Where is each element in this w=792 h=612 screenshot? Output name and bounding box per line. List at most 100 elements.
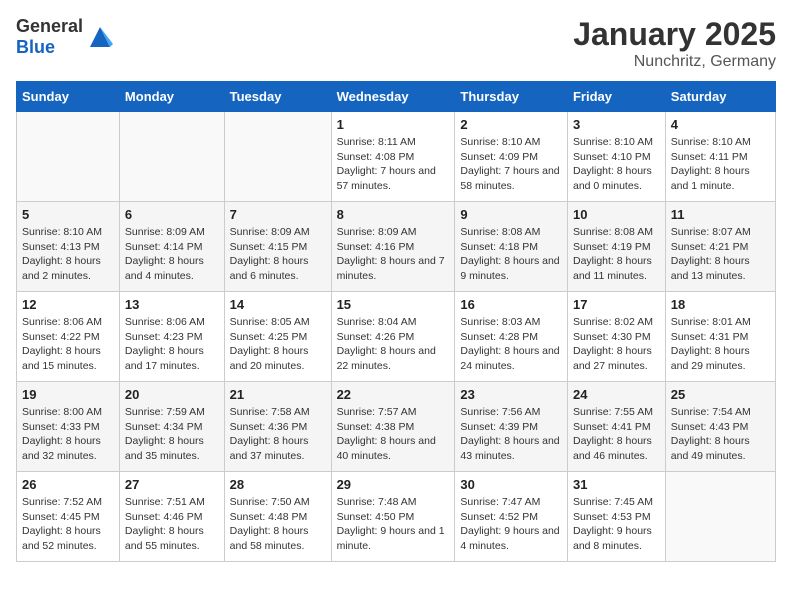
day-info: Sunrise: 8:09 AM Sunset: 4:16 PM Dayligh… xyxy=(337,225,450,284)
day-number: 12 xyxy=(22,297,114,312)
calendar-cell xyxy=(665,472,775,562)
day-number: 20 xyxy=(125,387,219,402)
day-info: Sunrise: 8:01 AM Sunset: 4:31 PM Dayligh… xyxy=(671,315,770,374)
calendar-cell: 15Sunrise: 8:04 AM Sunset: 4:26 PM Dayli… xyxy=(331,292,455,382)
day-info: Sunrise: 7:48 AM Sunset: 4:50 PM Dayligh… xyxy=(337,495,450,554)
calendar-cell: 16 Sunrise: 8:03 AM Sunset: 4:28 PM Dayli… xyxy=(455,292,568,382)
day-number: 1 xyxy=(337,117,450,132)
calendar-cell: 13 Sunrise: 8:06 AM Sunset: 4:23 PM Dayli… xyxy=(119,292,224,382)
day-number: 21 xyxy=(230,387,326,402)
calendar-cell: 31Sunrise: 7:45 AM Sunset: 4:53 PM Dayli… xyxy=(567,472,665,562)
day-info: Sunrise: 7:55 AM Sunset: 4:41 PM Dayligh… xyxy=(573,405,660,464)
calendar-cell: 18Sunrise: 8:01 AM Sunset: 4:31 PM Dayli… xyxy=(665,292,775,382)
day-info: Sunrise: 8:09 AM Sunset: 4:14 PM Dayligh… xyxy=(125,225,219,284)
calendar-cell: 14 Sunrise: 8:05 AM Sunset: 4:25 PM Dayli… xyxy=(224,292,331,382)
day-info: Sunrise: 8:10 AM Sunset: 4:11 PM Dayligh… xyxy=(671,135,770,194)
calendar-cell: 30 Sunrise: 7:47 AM Sunset: 4:52 PM Dayli… xyxy=(455,472,568,562)
calendar-cell: 23 Sunrise: 7:56 AM Sunset: 4:39 PM Dayli… xyxy=(455,382,568,472)
day-number: 11 xyxy=(671,207,770,222)
day-info: Sunrise: 8:05 AM Sunset: 4:25 PM Dayligh… xyxy=(230,315,326,374)
day-info: Sunrise: 8:04 AM Sunset: 4:26 PM Dayligh… xyxy=(337,315,450,374)
calendar-cell: 11 Sunrise: 8:07 AM Sunset: 4:21 PM Dayli… xyxy=(665,202,775,292)
calendar-week-row: 1 Sunrise: 8:11 AM Sunset: 4:08 PM Daylig… xyxy=(17,112,776,202)
day-number: 19 xyxy=(22,387,114,402)
day-info: Sunrise: 8:07 AM Sunset: 4:21 PM Dayligh… xyxy=(671,225,770,284)
calendar-cell: 6 Sunrise: 8:09 AM Sunset: 4:14 PM Daylig… xyxy=(119,202,224,292)
logo-general: General xyxy=(16,16,83,36)
calendar-cell: 27 Sunrise: 7:51 AM Sunset: 4:46 PM Dayli… xyxy=(119,472,224,562)
day-info: Sunrise: 7:52 AM Sunset: 4:45 PM Dayligh… xyxy=(22,495,114,554)
calendar-cell: 4 Sunrise: 8:10 AM Sunset: 4:11 PM Daylig… xyxy=(665,112,775,202)
day-number: 14 xyxy=(230,297,326,312)
day-number: 30 xyxy=(460,477,562,492)
weekday-header-monday: Monday xyxy=(119,82,224,112)
calendar-week-row: 5 Sunrise: 8:10 AM Sunset: 4:13 PM Daylig… xyxy=(17,202,776,292)
calendar-cell: 7Sunrise: 8:09 AM Sunset: 4:15 PM Daylig… xyxy=(224,202,331,292)
calendar-cell: 2Sunrise: 8:10 AM Sunset: 4:09 PM Daylig… xyxy=(455,112,568,202)
day-info: Sunrise: 8:06 AM Sunset: 4:22 PM Dayligh… xyxy=(22,315,114,374)
day-number: 4 xyxy=(671,117,770,132)
calendar-cell: 21 Sunrise: 7:58 AM Sunset: 4:36 PM Dayli… xyxy=(224,382,331,472)
day-number: 29 xyxy=(337,477,450,492)
calendar-week-row: 19 Sunrise: 8:00 AM Sunset: 4:33 PM Dayli… xyxy=(17,382,776,472)
day-info: Sunrise: 8:06 AM Sunset: 4:23 PM Dayligh… xyxy=(125,315,219,374)
day-info: Sunrise: 8:03 AM Sunset: 4:28 PM Dayligh… xyxy=(460,315,562,374)
day-number: 28 xyxy=(230,477,326,492)
calendar-week-row: 26Sunrise: 7:52 AM Sunset: 4:45 PM Dayli… xyxy=(17,472,776,562)
day-info: Sunrise: 8:10 AM Sunset: 4:13 PM Dayligh… xyxy=(22,225,114,284)
page-header: General Blue January 2025 Nunchritz, Ger… xyxy=(16,16,776,71)
day-info: Sunrise: 8:11 AM Sunset: 4:08 PM Dayligh… xyxy=(337,135,450,194)
day-number: 13 xyxy=(125,297,219,312)
day-info: Sunrise: 7:56 AM Sunset: 4:39 PM Dayligh… xyxy=(460,405,562,464)
calendar-cell: 19 Sunrise: 8:00 AM Sunset: 4:33 PM Dayli… xyxy=(17,382,120,472)
day-info: Sunrise: 8:02 AM Sunset: 4:30 PM Dayligh… xyxy=(573,315,660,374)
calendar-cell: 28 Sunrise: 7:50 AM Sunset: 4:48 PM Dayli… xyxy=(224,472,331,562)
title-area: January 2025 Nunchritz, Germany xyxy=(573,16,776,71)
day-info: Sunrise: 7:51 AM Sunset: 4:46 PM Dayligh… xyxy=(125,495,219,554)
weekday-header-row: SundayMondayTuesdayWednesdayThursdayFrid… xyxy=(17,82,776,112)
day-number: 8 xyxy=(337,207,450,222)
day-info: Sunrise: 8:08 AM Sunset: 4:18 PM Dayligh… xyxy=(460,225,562,284)
day-number: 24 xyxy=(573,387,660,402)
day-number: 16 xyxy=(460,297,562,312)
logo-blue: Blue xyxy=(16,37,55,57)
weekday-header-tuesday: Tuesday xyxy=(224,82,331,112)
day-number: 5 xyxy=(22,207,114,222)
calendar-cell: 26Sunrise: 7:52 AM Sunset: 4:45 PM Dayli… xyxy=(17,472,120,562)
logo: General Blue xyxy=(16,16,115,58)
calendar-cell xyxy=(224,112,331,202)
day-info: Sunrise: 7:59 AM Sunset: 4:34 PM Dayligh… xyxy=(125,405,219,464)
day-number: 23 xyxy=(460,387,562,402)
day-info: Sunrise: 7:57 AM Sunset: 4:38 PM Dayligh… xyxy=(337,405,450,464)
weekday-header-friday: Friday xyxy=(567,82,665,112)
calendar-cell xyxy=(119,112,224,202)
calendar-table: SundayMondayTuesdayWednesdayThursdayFrid… xyxy=(16,81,776,562)
logo-icon xyxy=(85,22,115,52)
month-title: January 2025 xyxy=(573,16,776,53)
day-info: Sunrise: 7:45 AM Sunset: 4:53 PM Dayligh… xyxy=(573,495,660,554)
calendar-cell: 8 Sunrise: 8:09 AM Sunset: 4:16 PM Daylig… xyxy=(331,202,455,292)
calendar-cell: 10 Sunrise: 8:08 AM Sunset: 4:19 PM Dayli… xyxy=(567,202,665,292)
day-info: Sunrise: 7:50 AM Sunset: 4:48 PM Dayligh… xyxy=(230,495,326,554)
day-info: Sunrise: 7:58 AM Sunset: 4:36 PM Dayligh… xyxy=(230,405,326,464)
day-number: 10 xyxy=(573,207,660,222)
day-info: Sunrise: 7:47 AM Sunset: 4:52 PM Dayligh… xyxy=(460,495,562,554)
location-title: Nunchritz, Germany xyxy=(573,53,776,71)
calendar-cell: 5 Sunrise: 8:10 AM Sunset: 4:13 PM Daylig… xyxy=(17,202,120,292)
calendar-cell: 20 Sunrise: 7:59 AM Sunset: 4:34 PM Dayli… xyxy=(119,382,224,472)
day-info: Sunrise: 8:10 AM Sunset: 4:09 PM Dayligh… xyxy=(460,135,562,194)
day-info: Sunrise: 8:08 AM Sunset: 4:19 PM Dayligh… xyxy=(573,225,660,284)
calendar-cell: 12 Sunrise: 8:06 AM Sunset: 4:22 PM Dayli… xyxy=(17,292,120,382)
day-number: 25 xyxy=(671,387,770,402)
calendar-cell: 24 Sunrise: 7:55 AM Sunset: 4:41 PM Dayli… xyxy=(567,382,665,472)
calendar-cell: 22Sunrise: 7:57 AM Sunset: 4:38 PM Dayli… xyxy=(331,382,455,472)
calendar-cell: 29 Sunrise: 7:48 AM Sunset: 4:50 PM Dayli… xyxy=(331,472,455,562)
calendar-week-row: 12 Sunrise: 8:06 AM Sunset: 4:22 PM Dayli… xyxy=(17,292,776,382)
day-number: 3 xyxy=(573,117,660,132)
day-number: 6 xyxy=(125,207,219,222)
calendar-cell: 1 Sunrise: 8:11 AM Sunset: 4:08 PM Daylig… xyxy=(331,112,455,202)
day-info: Sunrise: 8:00 AM Sunset: 4:33 PM Dayligh… xyxy=(22,405,114,464)
calendar-cell: 25Sunrise: 7:54 AM Sunset: 4:43 PM Dayli… xyxy=(665,382,775,472)
day-number: 27 xyxy=(125,477,219,492)
day-info: Sunrise: 8:09 AM Sunset: 4:15 PM Dayligh… xyxy=(230,225,326,284)
